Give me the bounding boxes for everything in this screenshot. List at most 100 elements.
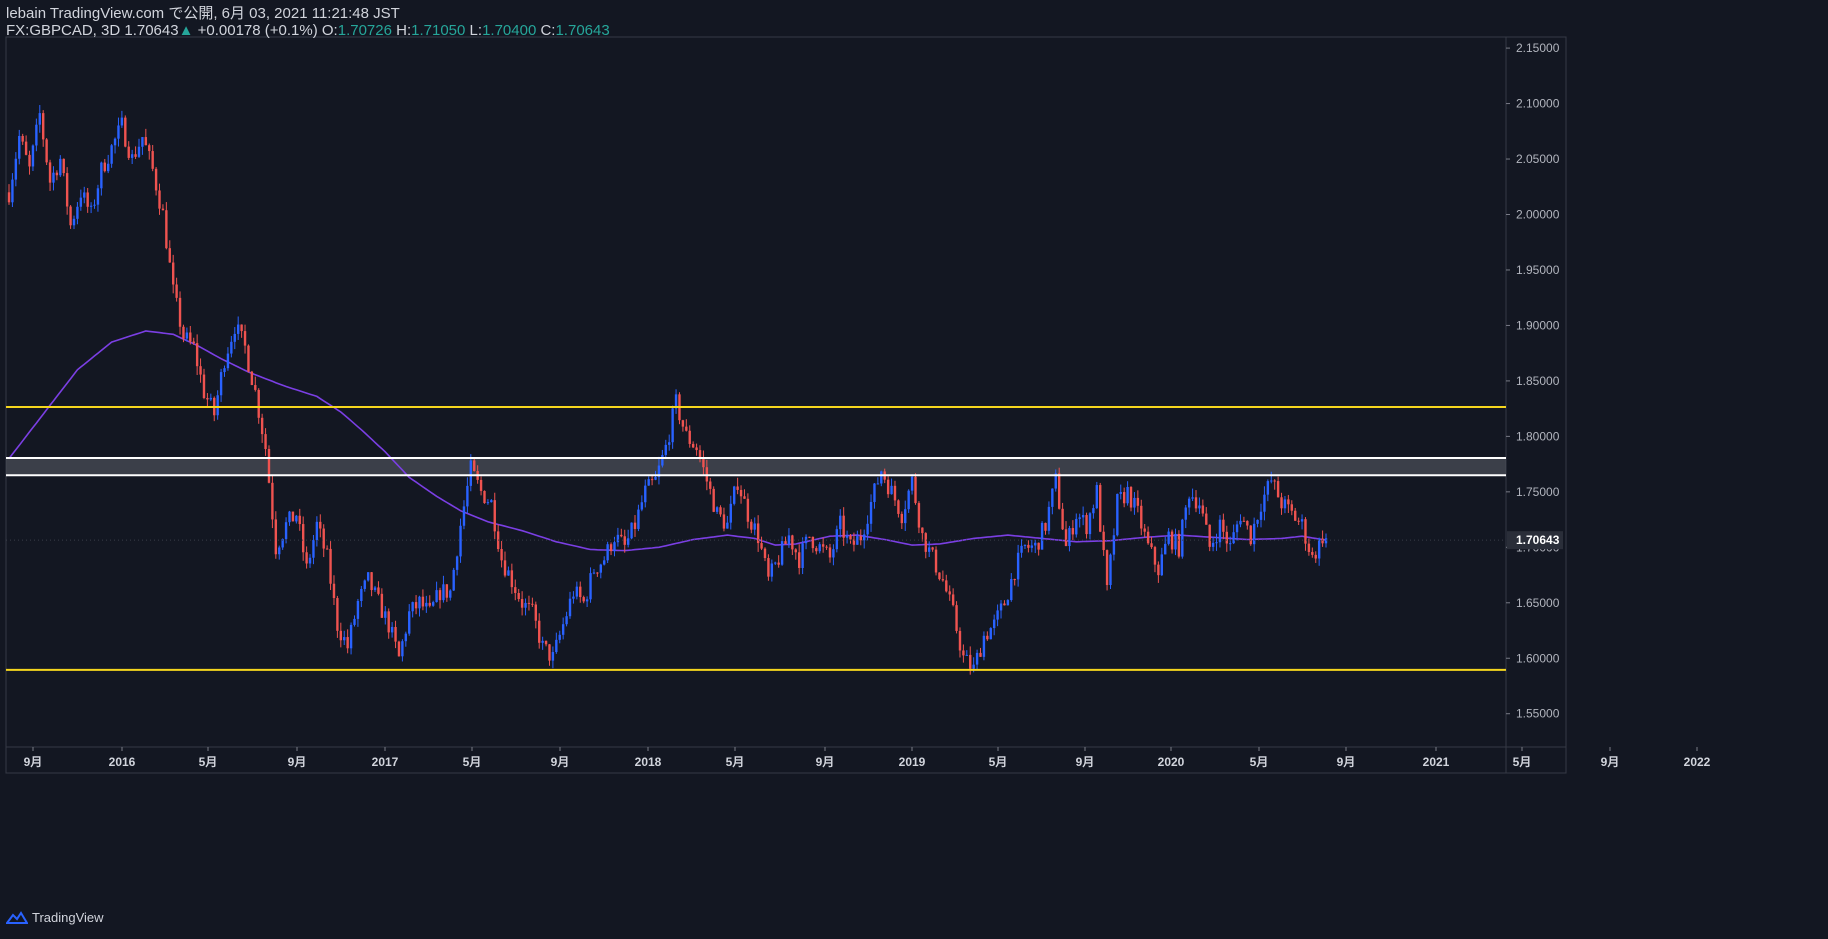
candle-body (503, 560, 507, 576)
candle-body (1276, 481, 1280, 498)
candle-body (1170, 531, 1174, 550)
candle-body (743, 496, 746, 499)
candle-body (459, 525, 462, 557)
candle-body (500, 549, 503, 561)
candle-body (1157, 564, 1160, 576)
time-tick-label: 9月 (551, 755, 570, 769)
candle-body (945, 580, 948, 592)
candle-body (712, 488, 715, 512)
candle-body (1057, 473, 1061, 509)
candle-body (688, 430, 691, 444)
candle-body (965, 654, 969, 656)
candle-body (462, 506, 466, 526)
candle-body (1283, 499, 1287, 509)
price-tick-label: 1.95000 (1516, 263, 1560, 277)
price-tick-label: 1.65000 (1516, 596, 1560, 610)
candle-body (1044, 522, 1047, 531)
candle-body (1140, 505, 1143, 529)
price-chart[interactable]: 2.15000 2.10000 2.05000 2.00000 1.95000 1.900… (0, 0, 1828, 939)
symbol-line: FX:GBPCAD, 3D 1.70643▲ +0.00178 (+0.1%) … (6, 22, 610, 39)
candle-body (1252, 523, 1256, 545)
candle-body (254, 385, 257, 390)
candle-body (1297, 520, 1300, 522)
candle-body (715, 507, 719, 512)
candle-body (845, 535, 849, 538)
candle-body (620, 534, 623, 537)
price-tick-label: 2.00000 (1516, 208, 1560, 222)
price-tick-label: 1.60000 (1516, 651, 1560, 665)
candle-body (900, 513, 904, 524)
candle-body (182, 326, 185, 339)
price-axis[interactable]: 2.15000 2.10000 2.05000 2.00000 1.95000 1.900… (6, 41, 1563, 721)
candle-body (551, 652, 555, 661)
footer[interactable]: TradingView (6, 910, 104, 925)
price-tick-label: 2.10000 (1516, 97, 1560, 111)
time-tick-label: 9月 (1601, 755, 1620, 769)
candle-body (1324, 538, 1328, 544)
candle-body (336, 598, 339, 631)
candle-body (1112, 535, 1116, 555)
candle-body (975, 652, 979, 665)
candle-body (736, 486, 739, 490)
candle-body (520, 599, 524, 608)
candle-body (192, 341, 195, 344)
candle-body (48, 162, 52, 183)
candle-body (510, 570, 514, 588)
candle-body (917, 503, 921, 528)
candle-body (880, 471, 883, 484)
candle-body (579, 586, 582, 598)
candle-body (1290, 504, 1293, 511)
candle-body (356, 601, 360, 619)
candle-body (986, 635, 989, 640)
candle-body (373, 587, 377, 591)
time-axis[interactable]: 9月 2016 5月 9月 2017 5月 9月 2018 5月 9月 2019 5月 9月 2020 5月… (24, 747, 1711, 769)
candle-body (134, 154, 137, 157)
candle-body (770, 563, 774, 577)
candle-body (760, 543, 763, 549)
candle-body (1116, 493, 1119, 536)
last-price-label: 1.70643 (1516, 533, 1560, 547)
candle-body (24, 141, 28, 155)
candle-body (948, 591, 951, 595)
up-arrow-icon: ▲ (178, 22, 194, 39)
candle-body (295, 515, 298, 522)
candle-body (370, 572, 373, 591)
candle-body (1256, 519, 1259, 524)
candle-body (62, 158, 65, 174)
time-tick-label: 9月 (288, 755, 307, 769)
time-tick-label: 2018 (635, 755, 662, 769)
candle-body (1061, 508, 1064, 530)
candle-body (271, 482, 274, 520)
time-tick-label: 2022 (1684, 755, 1711, 769)
moving-average-line (8, 330, 1327, 552)
candle-body (466, 485, 469, 507)
candle-body (1150, 543, 1153, 548)
candle-body (219, 372, 223, 396)
candle-body (558, 634, 561, 640)
candle-body (695, 447, 698, 451)
candle-body (606, 544, 609, 561)
candle-body (130, 154, 134, 158)
candle-body (390, 626, 394, 633)
candle-body (1105, 550, 1109, 586)
candle-body (1085, 515, 1088, 535)
candle-body (763, 548, 767, 559)
candle-body (168, 248, 171, 263)
candle-body (401, 641, 404, 657)
candle-body (907, 490, 910, 510)
candle-body (144, 137, 148, 146)
open-value: 1.70726 (337, 22, 392, 39)
candle-body (524, 602, 527, 608)
candle-body (1222, 519, 1225, 532)
candle-body (1164, 543, 1167, 555)
candle-body (794, 549, 797, 553)
price-tick-label: 1.85000 (1516, 374, 1560, 388)
candle-body (1092, 508, 1095, 514)
high-label: H: (396, 22, 412, 39)
candle-body (596, 572, 599, 574)
candle-body (161, 208, 165, 211)
candle-body (787, 535, 791, 545)
time-tick-label: 5月 (989, 755, 1008, 769)
time-tick-label: 9月 (1337, 755, 1356, 769)
candle-body (469, 460, 473, 486)
